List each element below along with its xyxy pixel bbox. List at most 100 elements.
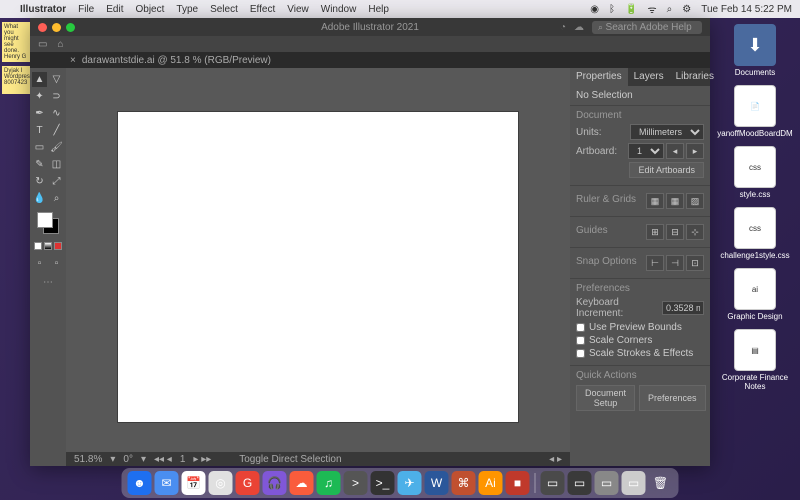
tab-libraries[interactable]: Libraries: [670, 68, 720, 86]
bluetooth-icon[interactable]: ᛒ: [609, 4, 615, 15]
scrollbar[interactable]: ◂ ▸: [549, 454, 562, 465]
zoom-button[interactable]: [66, 23, 75, 32]
gradient-mode[interactable]: [44, 242, 52, 250]
home-icon[interactable]: ⌂: [57, 39, 63, 50]
line-tool[interactable]: ╱: [49, 123, 64, 138]
smart-guides[interactable]: ⊹: [686, 224, 704, 240]
desktop-folder[interactable]: ⬇Documents: [734, 24, 776, 77]
sticky-note[interactable]: Dyjak I Wordpress 8007423: [2, 66, 30, 94]
tab-layers[interactable]: Layers: [628, 68, 670, 86]
figma-icon[interactable]: ◉: [590, 4, 599, 15]
menu-select[interactable]: Select: [210, 4, 238, 15]
screen-mode[interactable]: ▫: [49, 256, 64, 271]
dock-app[interactable]: ✉: [155, 471, 179, 495]
eyedropper-tool[interactable]: 💧: [32, 191, 47, 206]
menu-file[interactable]: File: [78, 4, 94, 15]
app-menu[interactable]: Illustrator: [20, 4, 66, 15]
edit-artboards-button[interactable]: Edit Artboards: [629, 162, 704, 178]
menu-window[interactable]: Window: [321, 4, 357, 15]
guides-lock[interactable]: ⊟: [666, 224, 684, 240]
scale-strokes-check[interactable]: [576, 349, 585, 358]
fill-stroke-swatch[interactable]: [37, 212, 59, 234]
dock-app[interactable]: ☻: [128, 471, 152, 495]
battery-icon[interactable]: 🔋: [625, 4, 637, 15]
grid-icon[interactable]: ▦: [666, 193, 684, 209]
artboard-prev[interactable]: ◂: [666, 143, 684, 159]
type-tool[interactable]: T: [32, 123, 47, 138]
snap-grid[interactable]: ⊣: [666, 255, 684, 271]
cloud-icon[interactable]: ☁: [574, 22, 584, 33]
rotate-tool[interactable]: ↻: [32, 174, 47, 189]
dock-app[interactable]: ◎: [209, 471, 233, 495]
no-doc-icon[interactable]: ▭: [38, 39, 47, 50]
tab-close-icon[interactable]: ×: [70, 55, 76, 66]
curvature-tool[interactable]: ∿: [49, 106, 64, 121]
keyboard-increment-input[interactable]: [662, 301, 704, 315]
menu-help[interactable]: Help: [368, 4, 389, 15]
zoom-level[interactable]: 51.8%: [74, 454, 102, 465]
dock-app[interactable]: Ai: [479, 471, 503, 495]
sticky-note[interactable]: What you might see done. Henry G: [2, 22, 30, 62]
menu-edit[interactable]: Edit: [106, 4, 123, 15]
lasso-tool[interactable]: ⊃: [49, 89, 64, 104]
desktop-file[interactable]: aiGraphic Design: [727, 268, 782, 321]
magic-wand-tool[interactable]: ✦: [32, 89, 47, 104]
wifi-icon[interactable]: ᯤ: [647, 2, 656, 16]
dock-app[interactable]: W: [425, 471, 449, 495]
minimize-button[interactable]: [52, 23, 61, 32]
desktop-file[interactable]: csschallenge1style.css: [720, 207, 789, 260]
dock-app[interactable]: 📅: [182, 471, 206, 495]
tab-properties[interactable]: Properties: [570, 68, 628, 86]
close-button[interactable]: [38, 23, 47, 32]
snap-pixel[interactable]: ⊡: [686, 255, 704, 271]
desktop-file[interactable]: cssstyle.css: [734, 146, 776, 199]
artboard-next[interactable]: ▸: [686, 143, 704, 159]
artboard-num[interactable]: 1: [180, 454, 186, 465]
units-select[interactable]: Millimeters: [630, 124, 704, 140]
transparency-icon[interactable]: ▨: [686, 193, 704, 209]
preferences-button[interactable]: Preferences: [639, 385, 706, 411]
dock-app[interactable]: ⌘: [452, 471, 476, 495]
dock-app[interactable]: ✈: [398, 471, 422, 495]
artboard-nav[interactable]: ◂◂ ◂: [154, 454, 172, 465]
dock-app[interactable]: ☁: [290, 471, 314, 495]
snap-point[interactable]: ⊢: [646, 255, 664, 271]
ruler-icon[interactable]: ▦: [646, 193, 664, 209]
dock-item[interactable]: ▭: [568, 471, 592, 495]
preview-bounds-check[interactable]: [576, 323, 585, 332]
menu-type[interactable]: Type: [176, 4, 198, 15]
dock-app[interactable]: >_: [371, 471, 395, 495]
pen-tool[interactable]: ✒: [32, 106, 47, 121]
control-center-icon[interactable]: ⚙: [682, 4, 691, 15]
document-setup-button[interactable]: Document Setup: [576, 385, 635, 411]
clock[interactable]: Tue Feb 14 5:22 PM: [701, 4, 792, 15]
rectangle-tool[interactable]: ▭: [32, 140, 47, 155]
selection-tool[interactable]: ▲: [32, 72, 47, 87]
menu-object[interactable]: Object: [135, 4, 164, 15]
search-icon[interactable]: ⌕: [667, 4, 673, 15]
dock-item[interactable]: ▭: [595, 471, 619, 495]
dock-app[interactable]: G: [236, 471, 260, 495]
dock-app[interactable]: ■: [506, 471, 530, 495]
desktop-file[interactable]: ▤Corporate Finance Notes: [717, 329, 793, 391]
desktop-file[interactable]: 📄yanoffMoodBoardDM: [717, 85, 792, 138]
menu-view[interactable]: View: [287, 4, 309, 15]
dock-app[interactable]: ♫: [317, 471, 341, 495]
shaper-tool[interactable]: ✎: [32, 157, 47, 172]
account-icon[interactable]: ◔: [560, 22, 566, 33]
menu-effect[interactable]: Effect: [250, 4, 275, 15]
direct-selection-tool[interactable]: ▽: [49, 72, 64, 87]
scale-tool[interactable]: ⤢: [49, 174, 64, 189]
dock-app[interactable]: >: [344, 471, 368, 495]
dock-item[interactable]: ▭: [622, 471, 646, 495]
artboard-nav[interactable]: ▸ ▸▸: [193, 454, 211, 465]
dock-item[interactable]: ▭: [541, 471, 565, 495]
rotation[interactable]: 0°: [123, 454, 133, 465]
trash-icon[interactable]: 🗑: [649, 471, 673, 495]
canvas[interactable]: 51.8%▾ 0°▾ ◂◂ ◂ 1 ▸ ▸▸ Toggle Direct Sel…: [66, 68, 570, 466]
paintbrush-tool[interactable]: 🖌: [49, 140, 64, 155]
scale-corners-check[interactable]: [576, 336, 585, 345]
none-mode[interactable]: [54, 242, 62, 250]
edit-toolbar[interactable]: ⋯: [32, 277, 64, 288]
zoom-tool[interactable]: ⌕: [49, 191, 64, 206]
